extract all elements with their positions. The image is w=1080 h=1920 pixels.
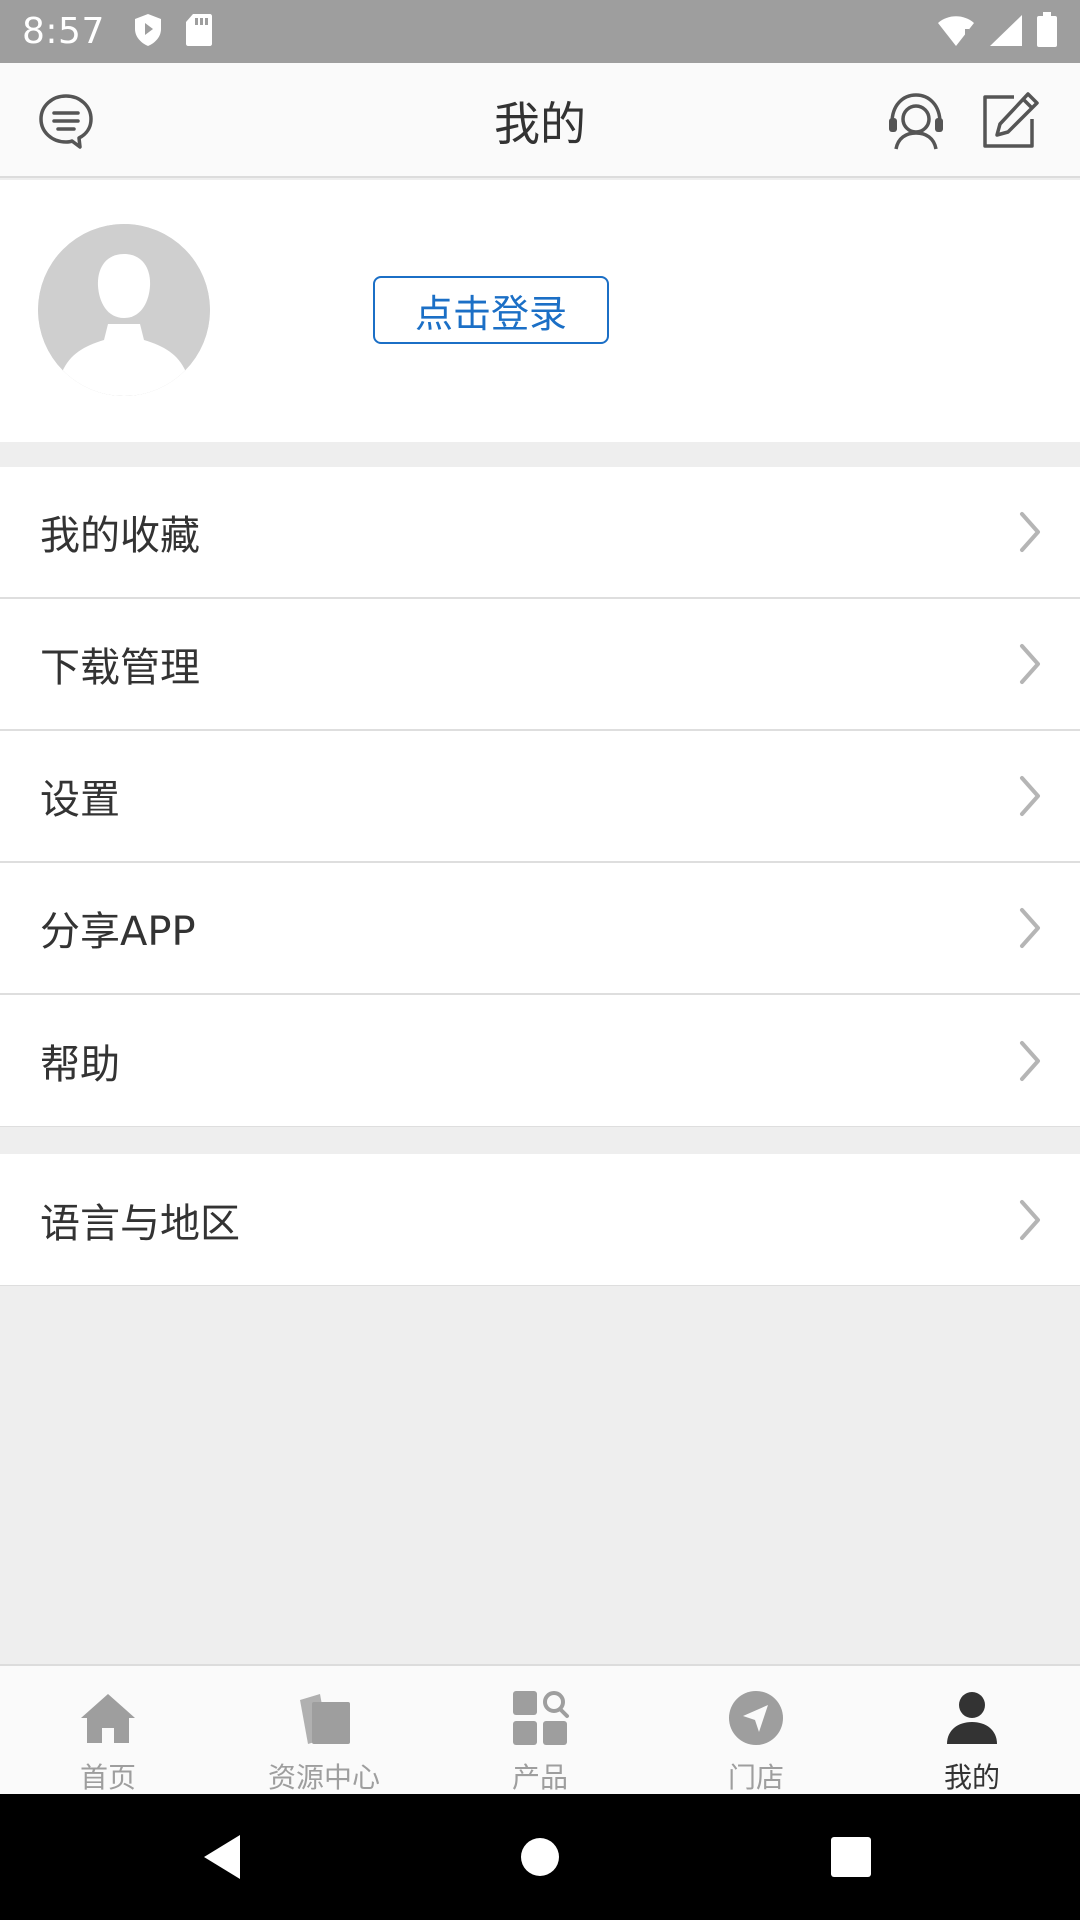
menu-group-language: 语言与地区	[0, 1154, 1080, 1286]
menu-item-label: 语言与地区	[40, 1200, 240, 1247]
home-icon	[78, 1688, 138, 1748]
nav-item-stores[interactable]: 门店	[648, 1666, 864, 1794]
menu-item-settings[interactable]: 设置	[0, 731, 1080, 863]
customer-service-icon[interactable]	[886, 91, 946, 151]
nav-item-resource-center[interactable]: 资源中心	[216, 1666, 432, 1794]
menu-item-help[interactable]: 帮助	[0, 995, 1080, 1127]
wifi-icon	[936, 13, 976, 51]
nav-label: 首页	[79, 1761, 136, 1794]
profile-section: 点击登录	[0, 180, 1080, 442]
menu-item-label: 下载管理	[40, 645, 200, 691]
status-time: 8:57	[22, 11, 105, 52]
menu-item-downloads[interactable]: 下载管理	[0, 599, 1080, 731]
location-arrow-icon	[726, 1688, 786, 1748]
message-icon[interactable]	[36, 91, 96, 151]
nav-label: 资源中心	[267, 1761, 380, 1794]
product-search-icon	[510, 1688, 570, 1748]
nav-item-products[interactable]: 产品	[432, 1666, 648, 1794]
avatar[interactable]	[38, 224, 210, 396]
status-left-icons	[133, 13, 213, 51]
documents-icon	[294, 1688, 354, 1748]
chevron-right-icon	[1018, 906, 1042, 950]
menu-item-favorites[interactable]: 我的收藏	[0, 467, 1080, 599]
menu-item-share-app[interactable]: 分享APP	[0, 863, 1080, 995]
header: 我的	[0, 63, 1080, 178]
shield-icon	[133, 13, 163, 51]
signal-icon	[988, 13, 1024, 51]
back-icon[interactable]	[198, 1831, 250, 1883]
edit-icon[interactable]	[980, 91, 1040, 151]
menu-item-label: 设置	[40, 777, 120, 823]
recents-icon[interactable]	[825, 1831, 877, 1883]
home-circle-icon[interactable]	[514, 1831, 566, 1883]
menu-item-label: 分享APP	[40, 909, 196, 955]
menu-item-label: 帮助	[40, 1041, 120, 1088]
nav-label: 产品	[511, 1761, 568, 1794]
nav-label: 我的	[943, 1761, 1000, 1794]
login-button[interactable]: 点击登录	[373, 276, 609, 344]
chevron-right-icon	[1018, 510, 1042, 554]
chevron-right-icon	[1018, 774, 1042, 818]
menu-group-main: 我的收藏 下载管理 设置 分享APP 帮助	[0, 467, 1080, 1127]
bottom-nav: 首页 资源中心 产品 门店 我的	[0, 1664, 1080, 1794]
nav-item-home[interactable]: 首页	[0, 1666, 216, 1794]
chevron-right-icon	[1018, 642, 1042, 686]
menu-item-label: 我的收藏	[40, 513, 200, 559]
status-right-icons	[936, 11, 1058, 52]
menu-item-language-region[interactable]: 语言与地区	[0, 1154, 1080, 1286]
status-bar: 8:57	[0, 0, 1080, 63]
sd-card-icon	[185, 13, 213, 51]
chevron-right-icon	[1018, 1039, 1042, 1083]
nav-label: 门店	[727, 1761, 784, 1794]
battery-icon	[1036, 11, 1058, 52]
chevron-right-icon	[1018, 1198, 1042, 1242]
person-icon	[942, 1688, 1002, 1748]
nav-item-mine[interactable]: 我的	[864, 1666, 1080, 1794]
system-nav-bar	[0, 1794, 1080, 1920]
